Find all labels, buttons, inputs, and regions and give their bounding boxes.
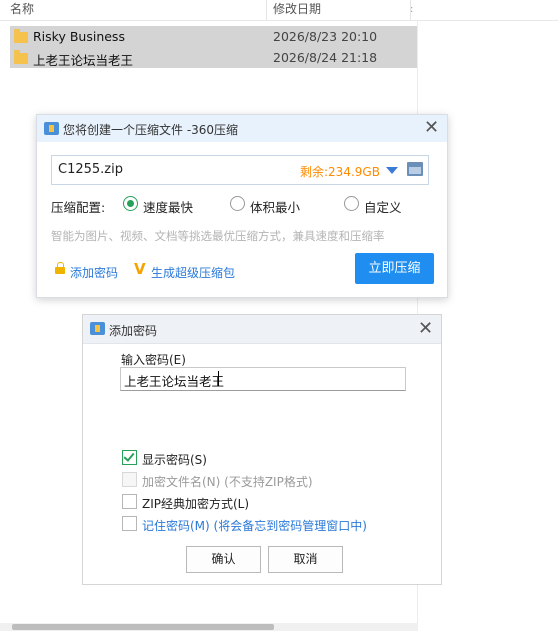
file-row[interactable]: 上老王论坛当老王 2026/8/24 21:18 — [10, 47, 417, 68]
encrypt-filename-label[interactable]: 加密文件名(N) (不支持ZIP格式) — [142, 473, 313, 490]
archive-path-field[interactable]: C1255.zip 剩余:234.9GB — [51, 155, 429, 185]
radio-smallest[interactable] — [230, 196, 245, 211]
free-space-label: 剩余:234.9GB — [300, 165, 380, 179]
close-icon[interactable]: ✕ — [418, 320, 433, 338]
show-password-label[interactable]: 显示密码(S) — [142, 451, 207, 468]
v-icon: V — [134, 260, 146, 278]
password-dialog-title: 添加密码 — [109, 324, 158, 338]
compress-config-label: 压缩配置: — [51, 200, 106, 215]
file-name: Risky Business — [33, 29, 125, 44]
remember-password-checkbox[interactable] — [122, 516, 137, 531]
compress-now-button[interactable]: 立即压缩 — [355, 253, 434, 284]
compress-dialog-title: 您将创建一个压缩文件 -360压缩 — [63, 123, 239, 137]
column-divider[interactable] — [266, 0, 267, 20]
column-header: 名称 修改日期 — [0, 0, 558, 21]
file-row[interactable]: Risky Business 2026/8/23 20:10 — [10, 26, 417, 47]
password-dialog-titlebar[interactable]: 添加密码 ✕ — [83, 315, 441, 344]
option-fastest-label[interactable]: 速度最快 — [143, 197, 193, 216]
file-date: 2026/8/24 21:18 — [273, 50, 378, 65]
encrypt-filename-checkbox[interactable] — [122, 472, 137, 487]
password-value: 上老王论坛当老王 — [124, 374, 225, 389]
file-date: 2026/8/23 20:10 — [273, 29, 378, 44]
password-input[interactable]: 上老王论坛当老王 — [120, 367, 406, 391]
browse-folder-icon[interactable] — [407, 162, 423, 176]
folder-icon — [14, 50, 28, 64]
compress-hint: 智能为图片、视频、文档等挑选最优压缩方式，兼具速度和压缩率 — [51, 229, 385, 243]
close-icon[interactable]: ✕ — [424, 119, 439, 137]
add-password-link[interactable]: 添加密码 — [70, 264, 118, 281]
dropdown-arrow-icon[interactable] — [386, 167, 398, 174]
lock-icon — [55, 262, 65, 274]
super-package-link[interactable]: 生成超级压缩包 — [151, 264, 235, 281]
text-caret — [218, 371, 219, 386]
ok-button[interactable]: 确认 — [186, 546, 261, 573]
radio-custom[interactable] — [344, 196, 359, 211]
archive-icon — [90, 322, 105, 335]
file-name: 上老王论坛当老王 — [33, 53, 134, 68]
scrollbar-thumb[interactable] — [12, 624, 274, 630]
option-custom-label[interactable]: 自定义 — [364, 197, 402, 216]
zip-classic-label[interactable]: ZIP经典加密方式(L) — [142, 495, 249, 512]
radio-fastest[interactable] — [123, 196, 138, 211]
folder-icon — [14, 29, 28, 43]
password-input-label: 输入密码(E) — [121, 353, 186, 367]
archive-file-name[interactable]: C1255.zip — [58, 162, 123, 177]
show-password-checkbox[interactable] — [122, 450, 137, 465]
column-overflow: : — [410, 4, 414, 15]
compress-dialog-titlebar[interactable]: 您将创建一个压缩文件 -360压缩 ✕ — [37, 115, 447, 142]
compress-dialog: 您将创建一个压缩文件 -360压缩 ✕ C1255.zip 剩余:234.9GB… — [36, 114, 448, 298]
zip-classic-checkbox[interactable] — [122, 494, 137, 509]
archive-icon — [44, 122, 59, 135]
column-name-header[interactable]: 名称 — [10, 0, 34, 17]
cancel-button[interactable]: 取消 — [268, 546, 343, 573]
password-dialog: 添加密码 ✕ 输入密码(E) 上老王论坛当老王 显示密码(S) 加密文件名(N)… — [82, 314, 442, 585]
column-date-header[interactable]: 修改日期 — [273, 0, 321, 17]
option-smallest-label[interactable]: 体积最小 — [250, 197, 300, 216]
remember-password-label[interactable]: 记住密码(M) (将会备忘到密码管理窗口中) — [142, 517, 367, 534]
